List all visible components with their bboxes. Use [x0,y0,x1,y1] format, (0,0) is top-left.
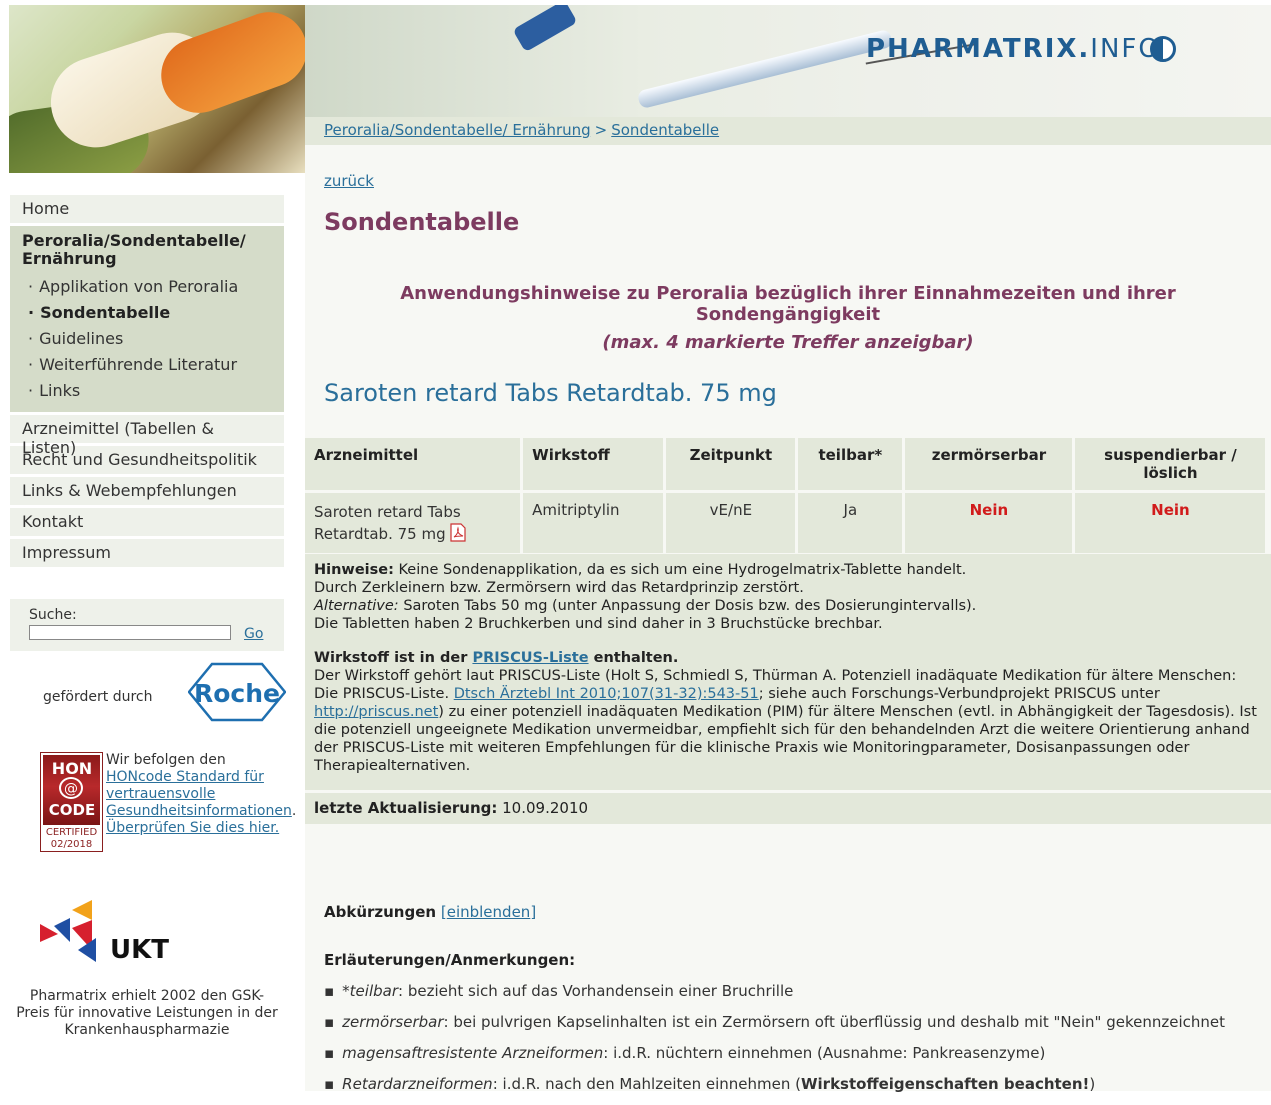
nav-item-impressum[interactable]: Impressum [10,539,284,567]
nav-subitem-links[interactable]: · Links [10,378,284,404]
last-update-bar: letzte Aktualisierung: 10.09.2010 [305,793,1271,824]
site-logo[interactable]: PHARMATRIX.INFO [866,34,1161,64]
col-header-zeitpunkt: Zeitpunkt [666,438,795,490]
col-header-zermoerserbar: zermörserbar [904,438,1072,490]
alternative-label: Alternative: [314,598,399,614]
cell-teilbar: Ja [797,493,902,553]
roche-logo-icon[interactable]: Roche [188,662,286,722]
cell-wirkstoff: Amitriptylin [523,493,664,553]
hon-code-verify-link[interactable]: Überprüfen Sie dies hier. [106,820,279,836]
abbreviations-label: Abkürzungen [324,903,437,921]
ukt-logo-text: UKT [110,935,169,965]
explanations-list: ▪ *teilbar: bezieht sich auf das Vorhande… [324,981,1264,1105]
notes-panel: Hinweise: Keine Sondenapplikation, da es… [305,554,1271,790]
nav-item-kontakt[interactable]: Kontakt [10,508,284,536]
cell-suspendierbar: Nein [1074,493,1265,553]
logo-icon [1150,36,1176,62]
hon-at-icon: @ [59,777,83,799]
nav-item-arzneimittel[interactable]: Arzneimittel (Tabellen & Listen) [10,415,284,457]
cell-arzneimittel: Saroten retard Tabs Retardtab. 75 mg [305,493,521,553]
abbreviations-section: Abkürzungen [einblenden] [324,903,537,921]
breadcrumb-separator: > [594,121,608,139]
breadcrumb-link-peroralia[interactable]: Peroralia/Sondentabelle/ Ernährung [324,121,591,139]
priscus-list-link[interactable]: PRISCUS-Liste [472,650,588,666]
hinweise-text: Keine Sondenapplikation, da es sich um e… [398,562,967,578]
col-header-arzneimittel: Arzneimittel [305,438,521,490]
sidebar-nav: Home Peroralia/Sondentabelle/ Ernährung … [10,195,284,570]
priscus-reference-link[interactable]: Dtsch Ärztebl Int 2010;107(31-32):543-51 [454,686,759,702]
breadcrumb-link-sondentabelle[interactable]: Sondentabelle [611,121,719,139]
nav-subitem-guidelines[interactable]: · Guidelines [10,326,284,352]
nav-item-recht[interactable]: Recht und Gesundheitspolitik [10,446,284,474]
list-item: ▪ zermörserbar: bei pulvrigen Kapselinhal… [324,1013,1225,1031]
hinweise-label: Hinweise: [314,562,394,578]
nav-item-peroralia[interactable]: Peroralia/Sondentabelle/ Ernährung [10,230,284,274]
list-item: ▪ magensaftresistente Arzneiformen: i.d.R… [324,1044,1046,1062]
nav-subitem-applikation[interactable]: · Applikation von Peroralia [10,274,284,300]
page-subtitle: Anwendungshinweise zu Peroralia bezüglic… [400,283,1176,325]
max-hits-hint: (max. 4 markierte Treffer anzeigbar) [602,332,974,353]
alternative-text: Saroten Tabs 50 mg (unter Anpassung der … [403,598,977,614]
search-go-link[interactable]: Go [244,626,263,642]
last-update-label: letzte Aktualisierung: [314,799,498,817]
search-input[interactable] [29,625,231,640]
gsk-award-caption: Pharmatrix erhielt 2002 den GSK-Preis fü… [16,988,278,1038]
search-label: Suche: [29,607,77,623]
explanations-title: Erläuterungen/Anmerkungen: [324,951,576,969]
nav-subitem-literatur[interactable]: · Weiterführende Literatur [10,352,284,378]
col-header-teilbar: teilbar* [797,438,902,490]
page-title: Sondentabelle [324,208,520,236]
pdf-icon[interactable] [450,523,466,542]
abbreviations-toggle-link[interactable]: einblenden [447,903,531,921]
logo-text-bold: PHARMATRIX. [866,34,1091,64]
priscus-url-link[interactable]: http://priscus.net [314,704,438,720]
ukt-logo-icon[interactable]: UKT [40,898,170,970]
drug-table: Arzneimittel Wirkstoff Zeitpunkt teilbar… [302,435,1268,556]
hon-badge-bottom: CODE [48,801,96,819]
last-update-date: 10.09.2010 [502,799,589,817]
header-photo [9,5,305,173]
back-link[interactable]: zurück [324,172,374,190]
col-header-suspendierbar: suspendierbar / löslich [1074,438,1265,490]
hon-certified: CERTIFIED 02/2018 [45,827,98,850]
col-header-wirkstoff: Wirkstoff [523,438,664,490]
table-header-row: Arzneimittel Wirkstoff Zeitpunkt teilbar… [305,438,1265,490]
list-item: ▪ *teilbar: bezieht sich auf das Vorhande… [324,982,794,1000]
main-content: zurück Sondentabelle Anwendungshinweise … [302,145,1271,1093]
cell-zeitpunkt: vE/nE [666,493,795,553]
hinweise-line2: Durch Zerkleinern bzw. Zermörsern wird d… [314,580,804,596]
hon-code-badge-icon[interactable]: HON @ CODE CERTIFIED 02/2018 [40,752,103,852]
breadcrumb: Peroralia/Sondentabelle/ Ernährung > Sonde… [324,121,719,139]
hinweise-line4: Die Tabletten haben 2 Bruchkerben und si… [314,616,883,632]
hon-badge-top: HON [51,759,93,778]
hon-code-standard-link[interactable]: HONcode Standard für vertrauensvolle Ges… [106,769,292,819]
drug-name-heading: Saroten retard Tabs Retardtab. 75 mg [324,379,777,407]
list-item: ▪ Retardarzneiformen: i.d.R. nach den Mah… [324,1075,1096,1093]
priscus-heading: Wirkstoff ist in der PRISCUS-Liste entha… [314,650,679,666]
nav-group-peroralia: Peroralia/Sondentabelle/ Ernährung · Appl… [10,226,284,412]
search-panel: Suche: Go [10,599,284,651]
nav-item-links-webempfehlungen[interactable]: Links & Webempfehlungen [10,477,284,505]
nav-subitem-sondentabelle[interactable]: · Sondentabelle [10,300,284,326]
breadcrumb-bar: Peroralia/Sondentabelle/ Ernährung > Sonde… [305,117,1271,145]
sponsor-label: gefördert durch [43,689,153,705]
roche-logo-text: Roche [194,679,280,708]
nav-item-home[interactable]: Home [10,195,284,223]
hon-code-text: Wir befolgen den HONcode Standard für ve… [106,752,297,836]
cell-zermoerserbar: Nein [904,493,1072,553]
table-row: Saroten retard Tabs Retardtab. 75 mg Ami… [305,493,1265,553]
